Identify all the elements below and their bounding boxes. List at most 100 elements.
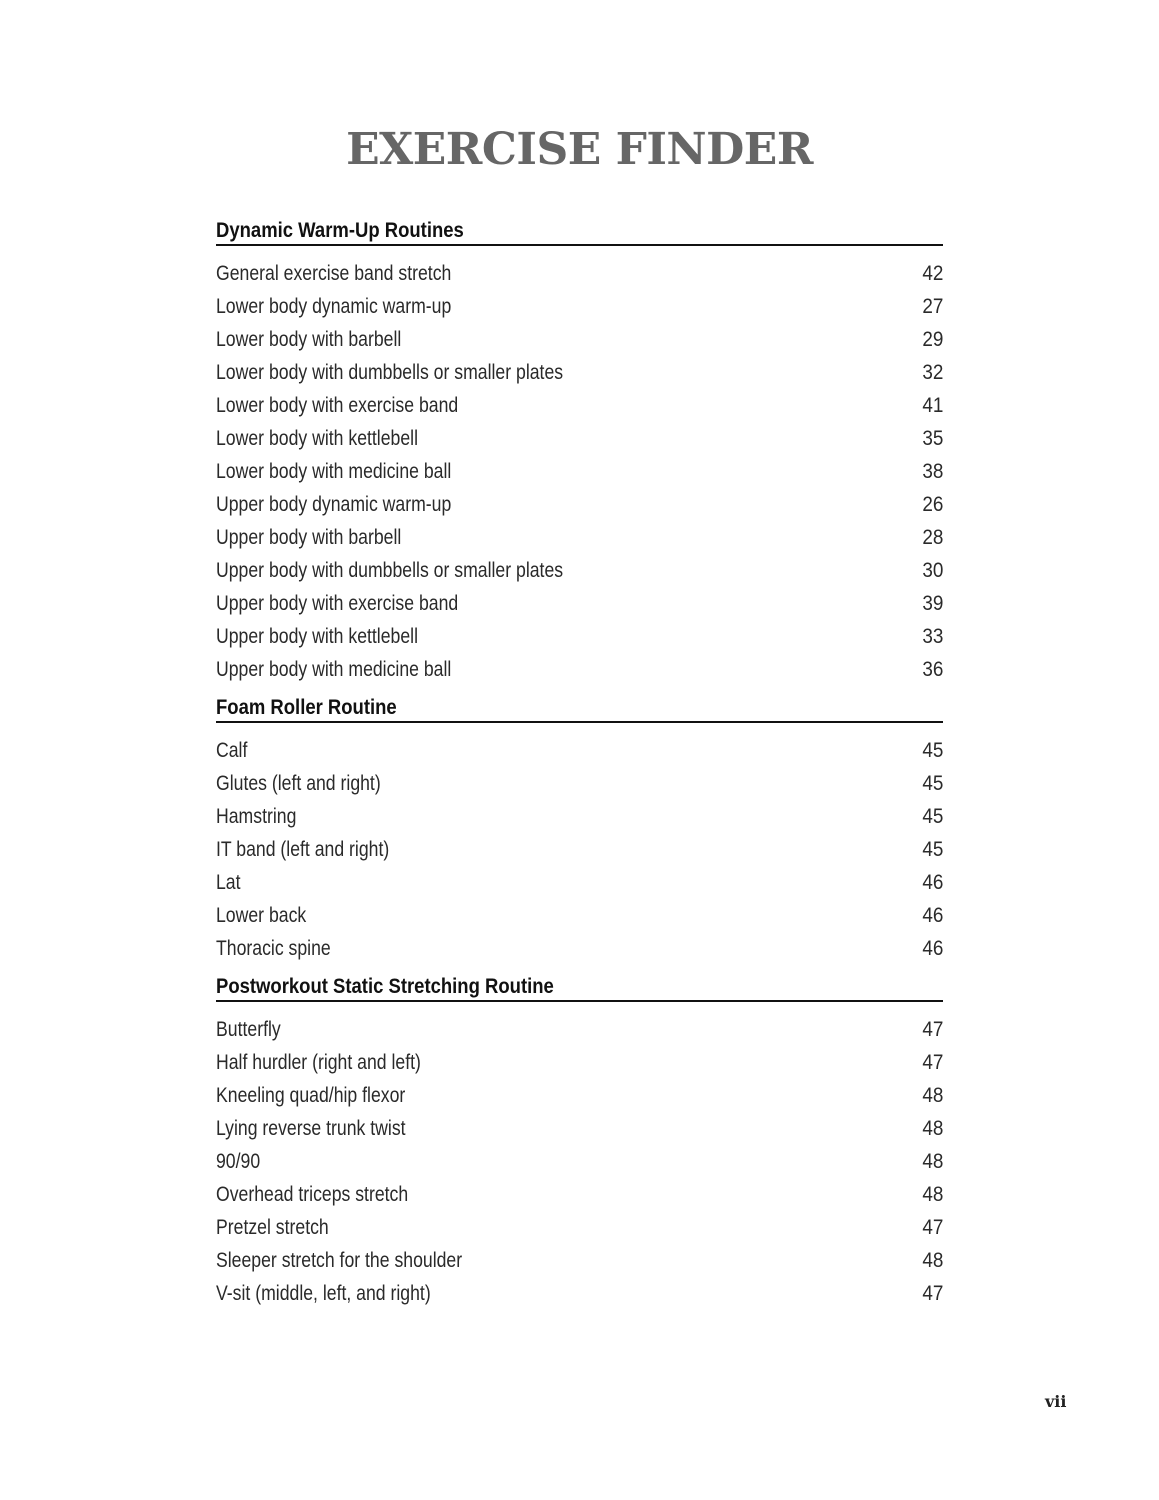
entry-name: Upper body dynamic warm-up [216, 492, 452, 516]
index-entry: Lower body with barbell 29 [216, 323, 943, 356]
entry-list: General exercise band stretch 42 Lower bod… [216, 246, 943, 686]
entry-page-number: 41 [921, 393, 943, 417]
entry-name: V-sit (middle, left, and right) [216, 1281, 431, 1305]
entry-name: Lower body with dumbbells or smaller pla… [216, 360, 564, 384]
entry-page-number: 28 [921, 525, 943, 549]
entry-list: Calf 45 Glutes (left and right) 45 Hamstring… [216, 723, 943, 965]
index-entry: Half hurdler (right and left) 47 [216, 1046, 943, 1079]
entry-name: General exercise band stretch [216, 261, 452, 285]
index-entry: Lower body with kettlebell 35 [216, 422, 943, 455]
entry-name: Upper body with barbell [216, 525, 402, 549]
index-entry: Upper body with dumbbells or smaller pla… [216, 554, 943, 587]
section-heading: Foam Roller Routine [216, 693, 943, 723]
page-number: vii [1045, 1392, 1067, 1411]
section-heading-text: Dynamic Warm-Up Routines [216, 219, 464, 242]
entry-page-number: 27 [921, 294, 943, 318]
section-heading-text: Foam Roller Routine [216, 696, 397, 719]
index-entry: Lat 46 [216, 866, 943, 899]
entry-name: Sleeper stretch for the shoulder [216, 1248, 463, 1272]
index-entry: Hamstring 45 [216, 800, 943, 833]
index-entry: Upper body with medicine ball 36 [216, 653, 943, 686]
entry-page-number: 47 [921, 1017, 943, 1041]
page-title: EXERCISE FINDER [346, 124, 813, 175]
entry-name: Lower body dynamic warm-up [216, 294, 452, 318]
index-section: Foam Roller Routine Calf 45 Glutes (left an… [216, 693, 943, 965]
entry-name: Pretzel stretch [216, 1215, 329, 1239]
index-entry: Glutes (left and right) 45 [216, 767, 943, 800]
entry-page-number: 46 [921, 936, 943, 960]
index-entry: Upper body with kettlebell 33 [216, 620, 943, 653]
index-entry: Sleeper stretch for the shoulder 48 [216, 1244, 943, 1277]
entry-name: Upper body with dumbbells or smaller pla… [216, 558, 564, 582]
entry-page-number: 45 [921, 738, 943, 762]
entry-list: Butterfly 47 Half hurdler (right and left)… [216, 1002, 943, 1310]
entry-page-number: 48 [921, 1149, 943, 1173]
entry-page-number: 35 [921, 426, 943, 450]
index-entry: IT band (left and right) 45 [216, 833, 943, 866]
index-entry: Upper body with barbell 28 [216, 521, 943, 554]
index-entry: Lower body with exercise band 41 [216, 389, 943, 422]
index-entry: General exercise band stretch 42 [216, 257, 943, 290]
entry-name: Glutes (left and right) [216, 771, 381, 795]
index-entry: Kneeling quad/hip flexor 48 [216, 1079, 943, 1112]
index-entry: Lower body with medicine ball 38 [216, 455, 943, 488]
index-entry: Upper body with exercise band 39 [216, 587, 943, 620]
entry-name: Lower body with exercise band [216, 393, 459, 417]
entry-page-number: 39 [921, 591, 943, 615]
index-entry: 90/90 48 [216, 1145, 943, 1178]
entry-name: Overhead triceps stretch [216, 1182, 409, 1206]
index-entry: Lying reverse trunk twist 48 [216, 1112, 943, 1145]
entry-page-number: 46 [921, 903, 943, 927]
entry-name: Upper body with exercise band [216, 591, 459, 615]
entry-name: Lying reverse trunk twist [216, 1116, 406, 1140]
entry-page-number: 48 [921, 1116, 943, 1140]
entry-page-number: 29 [921, 327, 943, 351]
entry-name: Lower body with barbell [216, 327, 402, 351]
entry-page-number: 48 [921, 1182, 943, 1206]
entry-name: Thoracic spine [216, 936, 331, 960]
entry-page-number: 26 [921, 492, 943, 516]
exercise-index: Dynamic Warm-Up Routines General exercise… [216, 216, 943, 1317]
entry-page-number: 38 [921, 459, 943, 483]
index-entry: Pretzel stretch 47 [216, 1211, 943, 1244]
index-entry: Lower body with dumbbells or smaller pla… [216, 356, 943, 389]
index-section: Postworkout Static Stretching Routine But… [216, 972, 943, 1310]
entry-name: 90/90 [216, 1149, 261, 1173]
entry-name: Hamstring [216, 804, 297, 828]
index-section: Dynamic Warm-Up Routines General exercise… [216, 216, 943, 686]
entry-page-number: 46 [921, 870, 943, 894]
index-entry: Lower body dynamic warm-up 27 [216, 290, 943, 323]
entry-page-number: 47 [921, 1281, 943, 1305]
entry-page-number: 45 [921, 804, 943, 828]
entry-page-number: 36 [921, 657, 943, 681]
section-heading-text: Postworkout Static Stretching Routine [216, 975, 554, 998]
entry-name: Lower back [216, 903, 307, 927]
entry-page-number: 30 [921, 558, 943, 582]
entry-name: Upper body with kettlebell [216, 624, 418, 648]
entry-page-number: 45 [921, 837, 943, 861]
entry-page-number: 32 [921, 360, 943, 384]
entry-name: Half hurdler (right and left) [216, 1050, 421, 1074]
section-heading: Postworkout Static Stretching Routine [216, 972, 943, 1002]
index-entry: Butterfly 47 [216, 1013, 943, 1046]
entry-page-number: 33 [921, 624, 943, 648]
index-entry: Overhead triceps stretch 48 [216, 1178, 943, 1211]
entry-page-number: 47 [921, 1215, 943, 1239]
section-heading: Dynamic Warm-Up Routines [216, 216, 943, 246]
index-entry: Lower back 46 [216, 899, 943, 932]
entry-name: Lat [216, 870, 241, 894]
entry-name: Lower body with kettlebell [216, 426, 418, 450]
entry-name: Lower body with medicine ball [216, 459, 452, 483]
entry-page-number: 42 [921, 261, 943, 285]
index-entry: Upper body dynamic warm-up 26 [216, 488, 943, 521]
entry-name: Butterfly [216, 1017, 281, 1041]
entry-name: Calf [216, 738, 248, 762]
entry-name: IT band (left and right) [216, 837, 390, 861]
entry-name: Kneeling quad/hip flexor [216, 1083, 406, 1107]
index-entry: V-sit (middle, left, and right) 47 [216, 1277, 943, 1310]
entry-page-number: 45 [921, 771, 943, 795]
entry-page-number: 48 [921, 1083, 943, 1107]
entry-page-number: 47 [921, 1050, 943, 1074]
index-entry: Thoracic spine 46 [216, 932, 943, 965]
entry-page-number: 48 [921, 1248, 943, 1272]
